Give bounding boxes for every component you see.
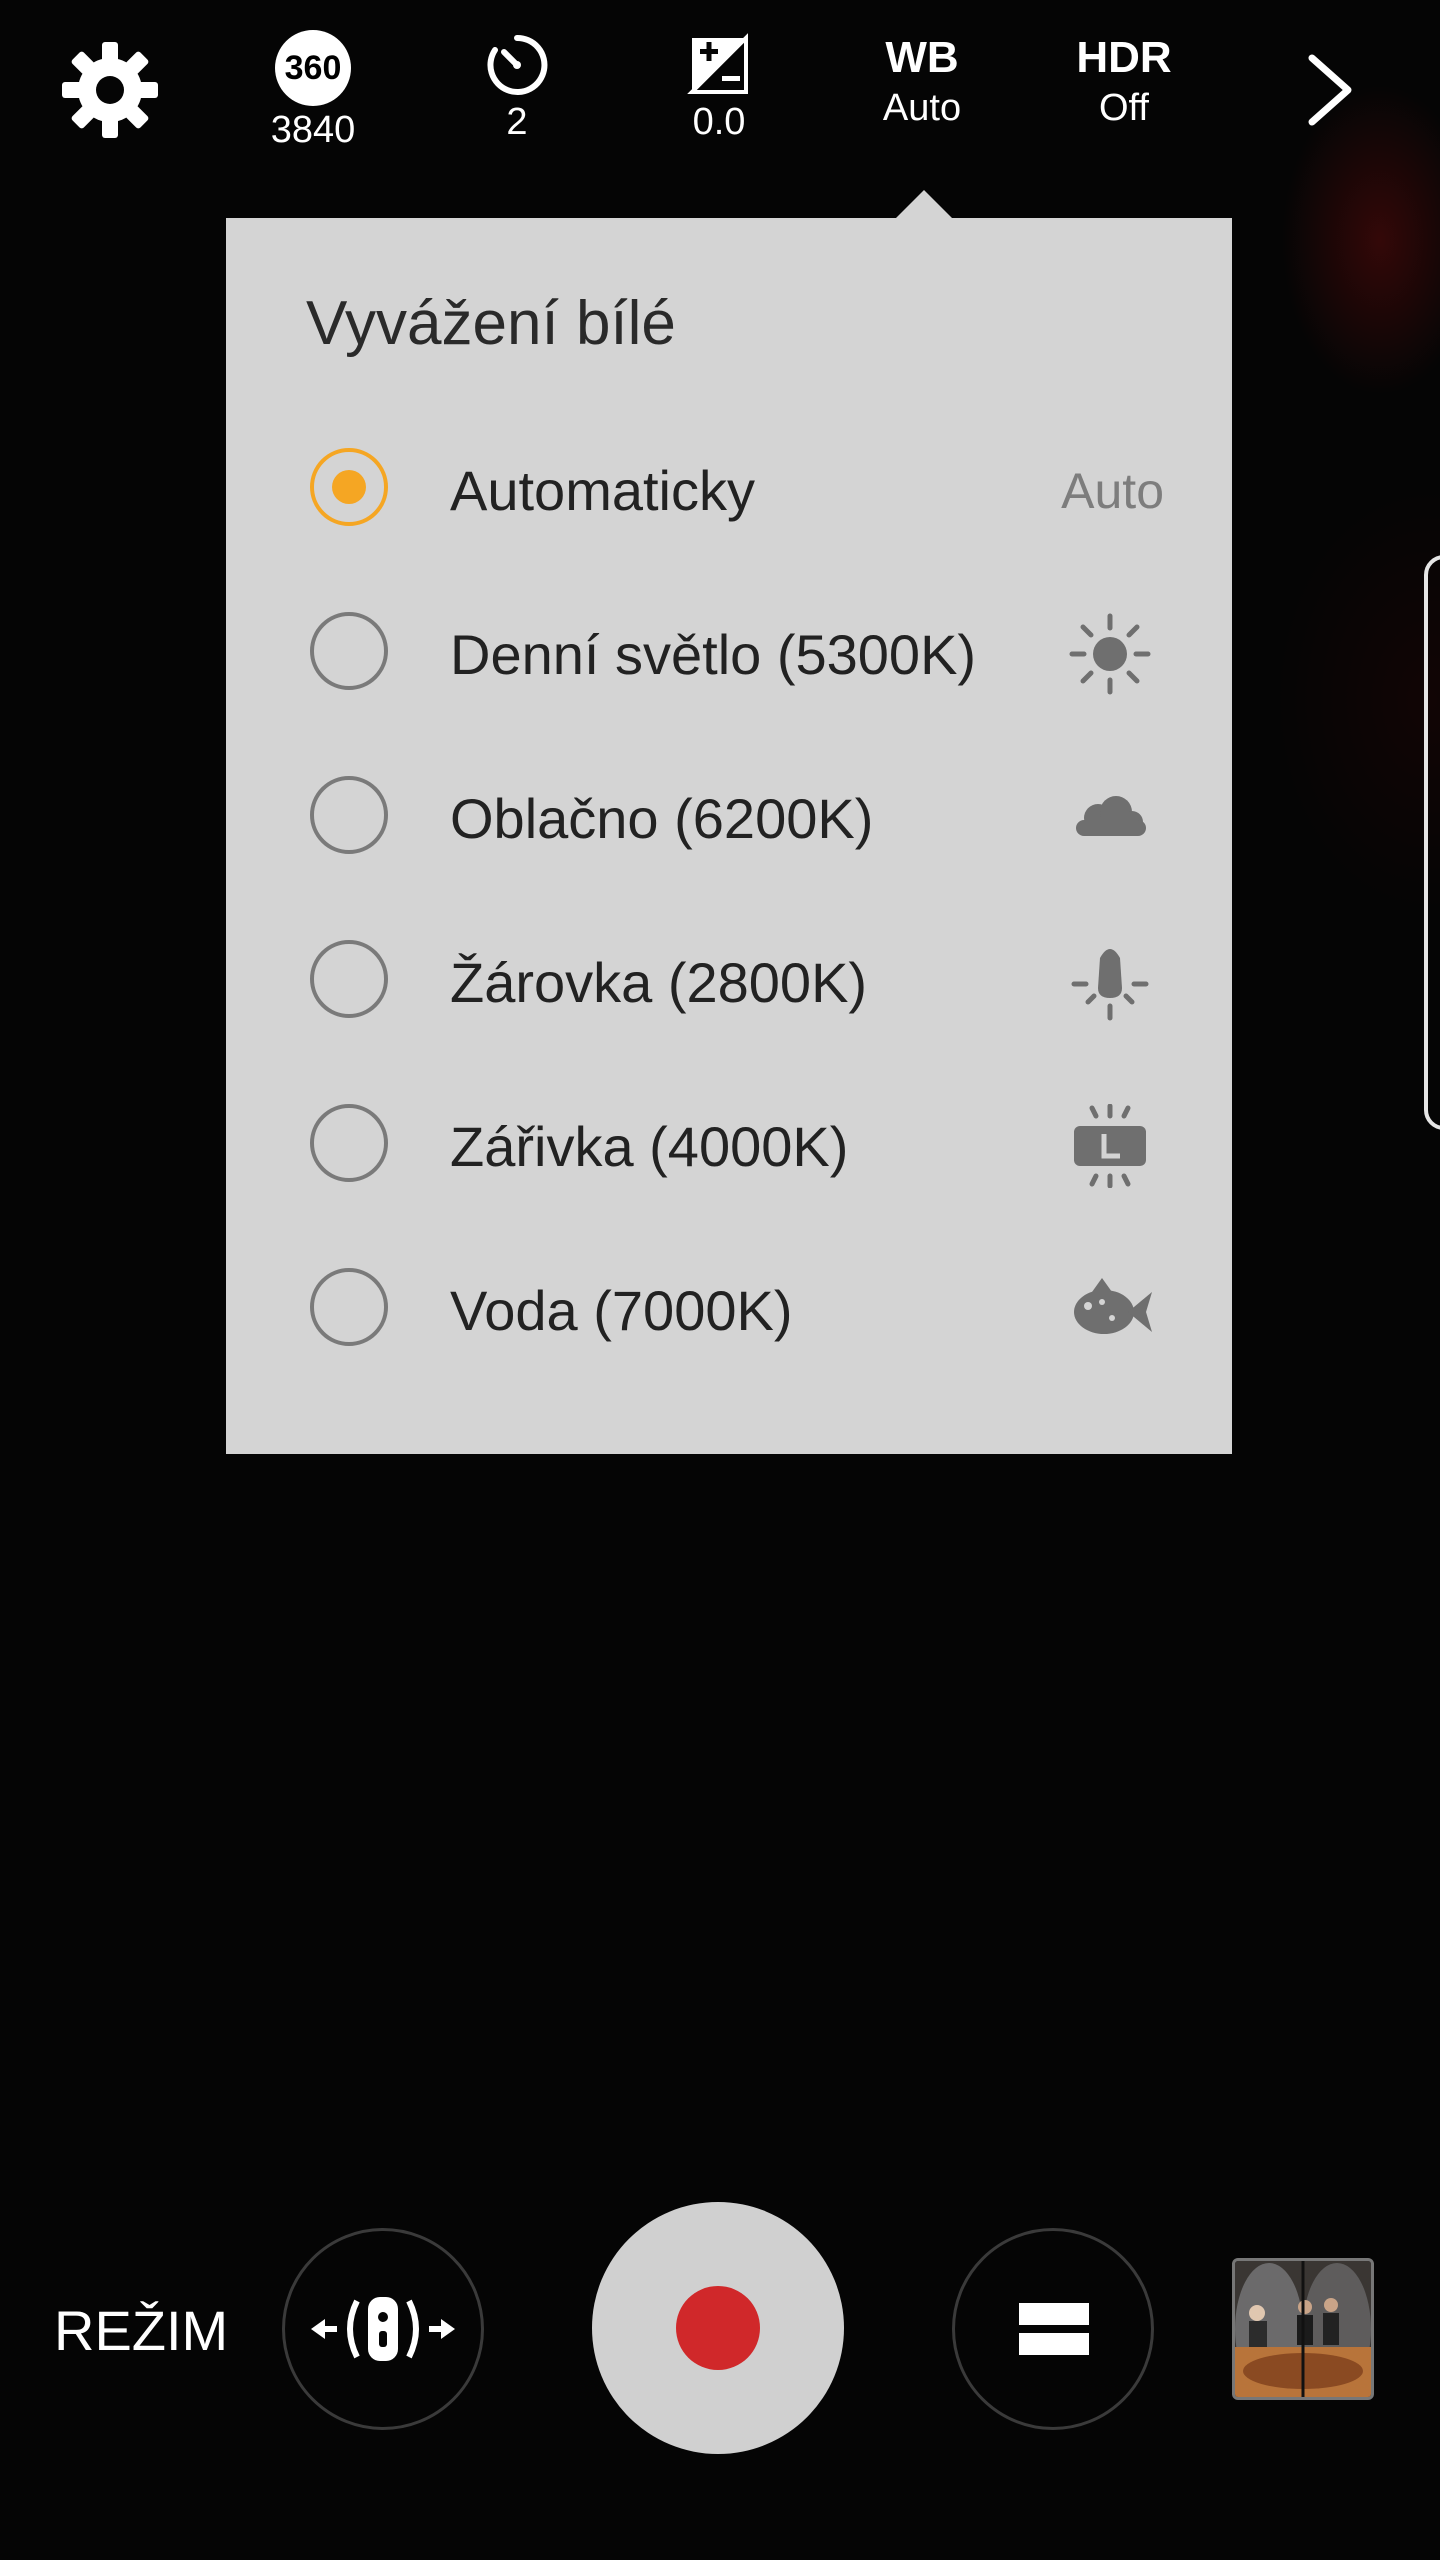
record-button[interactable] <box>592 2202 844 2454</box>
option-label: Automaticky <box>450 459 755 522</box>
wb-option-cloudy[interactable]: Oblačno (6200K) <box>226 736 1232 900</box>
fish-icon <box>1068 1268 1152 1352</box>
option-label: Voda (7000K) <box>450 1279 793 1342</box>
exposure-icon <box>634 30 804 100</box>
option-label: Denní světlo (5300K) <box>450 623 977 686</box>
popup-pointer <box>896 190 952 218</box>
timer-value: 2 <box>506 101 528 143</box>
radio-button[interactable] <box>310 1268 388 1346</box>
hdr-label: HDR <box>1076 33 1172 82</box>
sun-icon <box>1068 612 1152 696</box>
wb-option-incandescent[interactable]: Žárovka (2800K) <box>226 900 1232 1064</box>
gear-icon[interactable] <box>60 40 160 140</box>
chevron-right-icon[interactable] <box>1300 50 1360 130</box>
popup-title: Vyvážení bílé <box>306 289 676 358</box>
option-label: Oblačno (6200K) <box>450 787 874 850</box>
cloud-icon <box>1068 776 1152 860</box>
radio-button[interactable] <box>310 448 388 526</box>
wb-option-daylight[interactable]: Denní světlo (5300K) <box>226 572 1232 736</box>
layout-icon <box>1019 2303 1089 2355</box>
white-balance-popup: Vyvážení bílé Automaticky Auto Denní svě… <box>226 218 1232 1454</box>
layout-button[interactable] <box>952 2228 1154 2430</box>
radio-button[interactable] <box>310 1104 388 1182</box>
exposure-value: 0.0 <box>692 101 746 143</box>
exposure-setting[interactable]: 0.0 <box>634 30 804 144</box>
wb-value: Auto <box>882 87 962 129</box>
edge-panel-handle[interactable] <box>1424 555 1440 1130</box>
radio-button[interactable] <box>310 776 388 854</box>
bulb-icon <box>1068 940 1152 1024</box>
timer-setting[interactable]: 2 <box>432 30 602 144</box>
option-label: Zářivka (4000K) <box>450 1115 849 1178</box>
camera-view-icon <box>311 2297 455 2361</box>
mode-button[interactable]: REŽIM <box>54 2298 228 2363</box>
option-tag: Auto <box>1061 463 1164 519</box>
resolution-value: 3840 <box>270 109 356 151</box>
camera-view-button[interactable] <box>282 2228 484 2430</box>
resolution-setting[interactable]: 360 3840 <box>228 30 398 152</box>
wb-option-fluorescent[interactable]: Zářivka (4000K) <box>226 1064 1232 1228</box>
option-label: Žárovka (2800K) <box>450 951 868 1014</box>
gallery-thumbnail[interactable] <box>1232 2258 1374 2400</box>
fluorescent-icon <box>1068 1103 1152 1189</box>
radio-button[interactable] <box>310 612 388 690</box>
record-icon <box>676 2286 760 2370</box>
wb-setting[interactable]: WB Auto <box>837 30 1007 130</box>
timer-icon <box>432 30 602 100</box>
wb-option-underwater[interactable]: Voda (7000K) <box>226 1228 1232 1392</box>
radio-button[interactable] <box>310 940 388 1018</box>
top-toolbar: 360 3840 2 0.0 WB Auto HDR Off <box>0 0 1440 200</box>
hdr-value: Off <box>1099 87 1149 129</box>
360-badge: 360 <box>275 30 351 106</box>
wb-label: WB <box>885 33 959 82</box>
hdr-setting[interactable]: HDR Off <box>1039 30 1209 130</box>
wb-option-auto[interactable]: Automaticky Auto <box>226 408 1232 572</box>
